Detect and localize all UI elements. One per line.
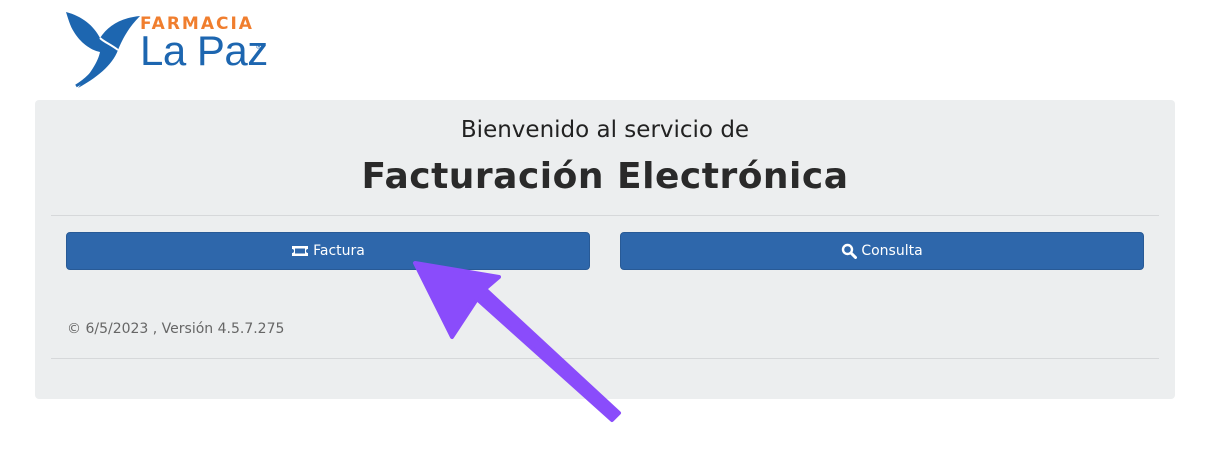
logo-brand-text: La Paz [140, 27, 268, 74]
version-text: © 6/5/2023 , Versión 4.5.7.275 [67, 321, 285, 337]
page-title: Facturación Electrónica [361, 156, 849, 197]
arrow-pointer-icon [413, 261, 621, 422]
search-icon [841, 243, 858, 259]
logo: FARMACIA La Paz ® [60, 6, 270, 92]
factura-button-label: Factura [313, 243, 365, 259]
welcome-subtitle: Bienvenido al servicio de [460, 117, 750, 143]
consulta-button-label: Consulta [861, 243, 923, 259]
ticket-icon [291, 245, 309, 257]
dove-icon [66, 12, 140, 88]
logo-registered-mark: ® [256, 42, 262, 51]
consulta-button[interactable]: Consulta [620, 232, 1144, 270]
divider-top [51, 215, 1159, 216]
